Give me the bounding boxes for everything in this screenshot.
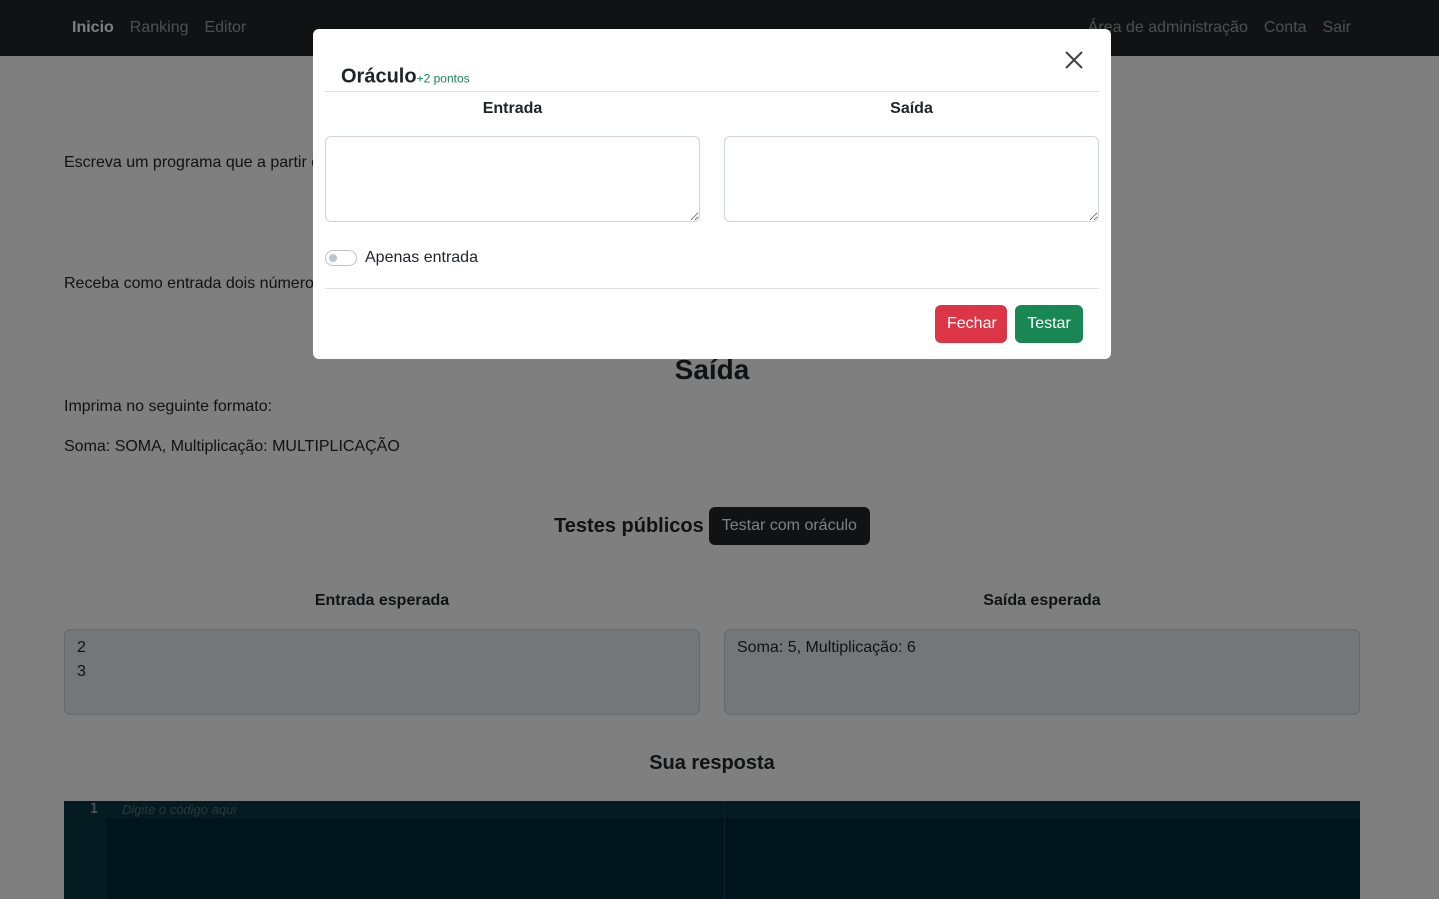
toggle-knob xyxy=(329,254,337,262)
input-only-label[interactable]: Apenas entrada xyxy=(365,249,478,267)
points-badge: +2 pontos xyxy=(416,71,470,86)
close-icon xyxy=(1065,51,1083,69)
input-only-toggle[interactable] xyxy=(325,250,357,266)
footer-divider xyxy=(325,288,1099,289)
output-label: Saída xyxy=(890,100,933,117)
test-button[interactable]: Testar xyxy=(1015,305,1083,343)
oracle-modal: Oráculo +2 pontos Entrada Saída Apenas e… xyxy=(313,29,1111,359)
oracle-input-textarea[interactable] xyxy=(325,136,700,222)
close-modal-button[interactable]: Fechar xyxy=(935,305,1007,343)
modal-header: Oráculo +2 pontos xyxy=(341,66,470,89)
header-divider xyxy=(325,91,1099,92)
close-button[interactable] xyxy=(1061,47,1087,73)
input-label: Entrada xyxy=(482,100,543,117)
oracle-output-textarea[interactable] xyxy=(724,136,1099,222)
modal-title: Oráculo xyxy=(341,65,417,88)
